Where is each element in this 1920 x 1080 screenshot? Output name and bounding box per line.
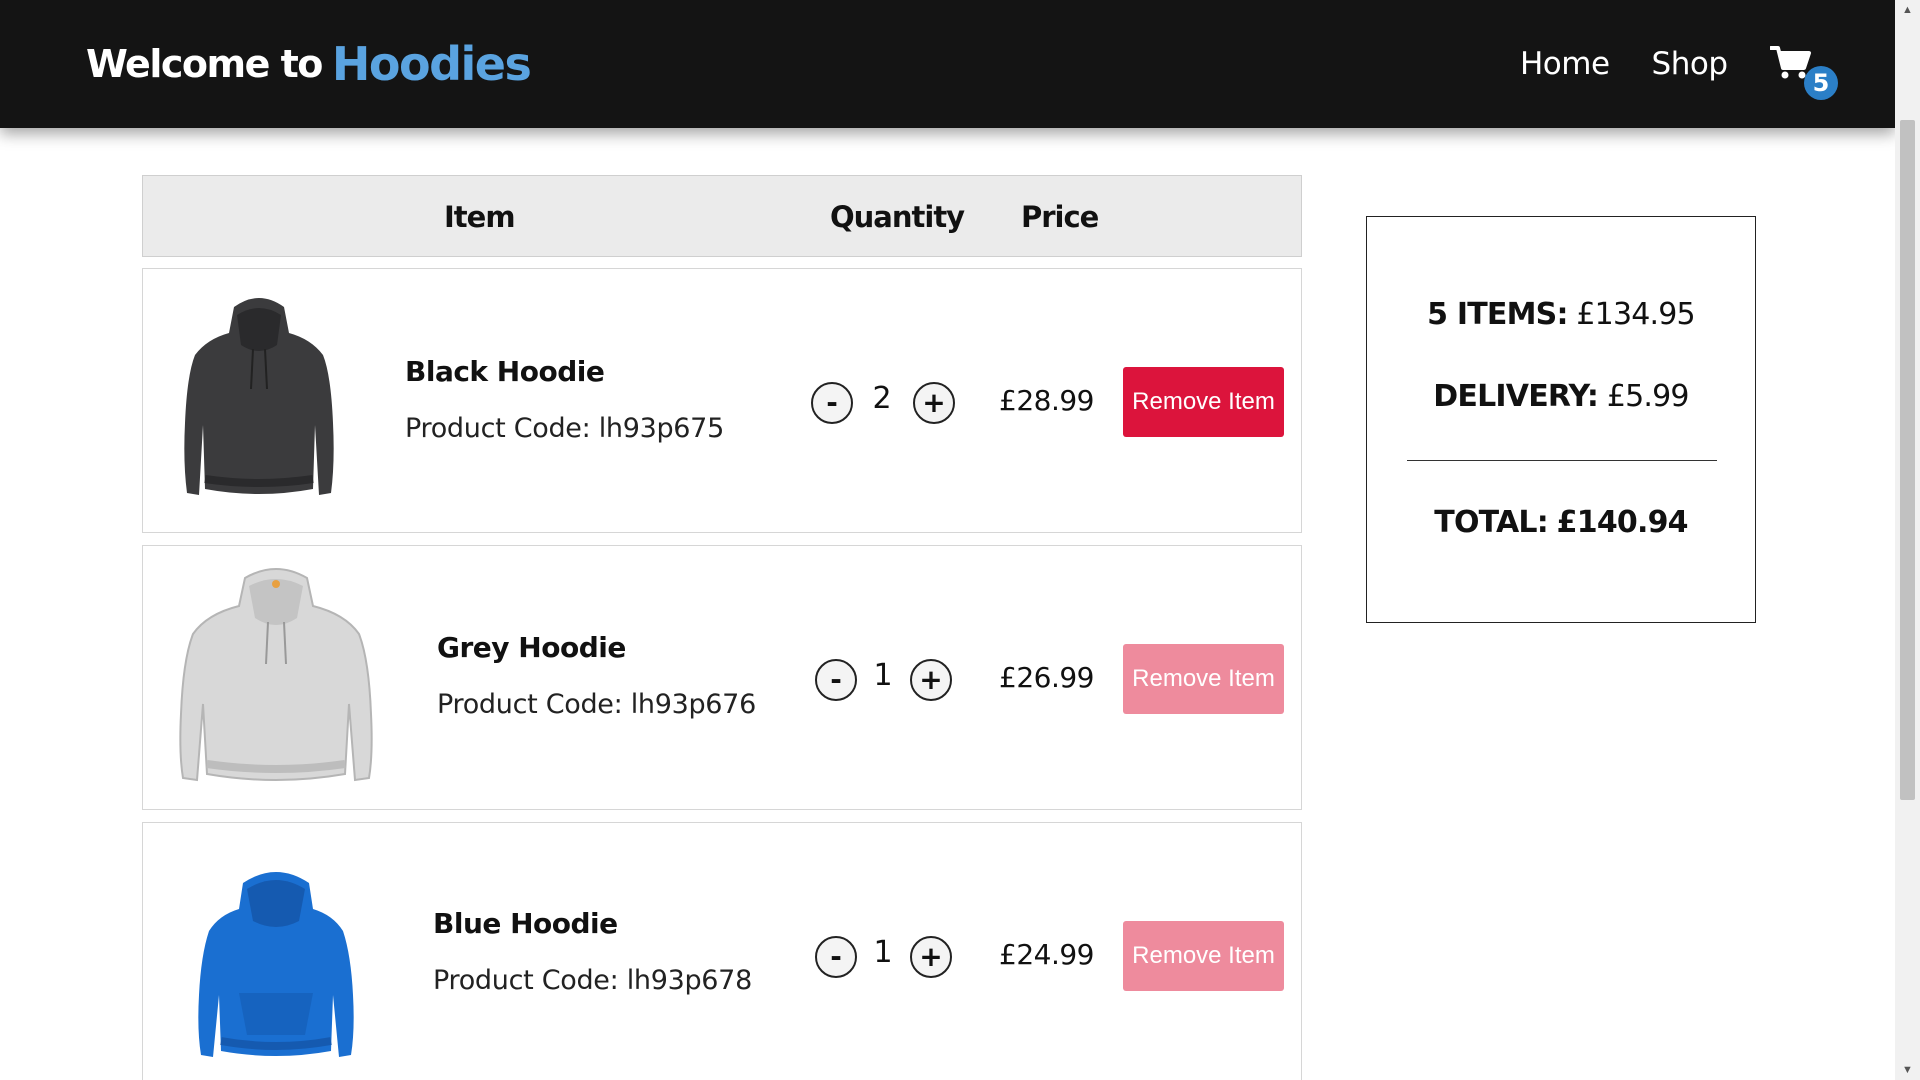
grey-hoodie-image: [179, 568, 373, 782]
summary-items: 5 ITEMS: £134.95: [1367, 297, 1755, 332]
summary-items-label: 5 ITEMS:: [1427, 297, 1568, 332]
item-price: £24.99: [999, 938, 1094, 971]
remove-item-button[interactable]: Remove Item: [1123, 644, 1284, 714]
item-name: Grey Hoodie: [437, 631, 626, 664]
item-product-code: Product Code: lh93p675: [405, 413, 724, 444]
cart-item-row: Blue Hoodie Product Code: lh93p678 - 1 +…: [142, 822, 1302, 1080]
brand-welcome-text: Welcome to: [86, 42, 323, 86]
navbar: Welcome to Hoodies Home Shop 5: [0, 0, 1895, 128]
scroll-up-arrow-icon[interactable]: ▲: [1895, 0, 1920, 20]
increment-button[interactable]: +: [910, 936, 952, 978]
nav-link-home[interactable]: Home: [1520, 46, 1610, 82]
brand-name-text: Hoodies: [331, 37, 532, 91]
cart-item-row: Black Hoodie Product Code: lh93p675 - 2 …: [142, 268, 1302, 533]
quantity-value: 1: [873, 935, 893, 970]
summary-divider: [1407, 460, 1717, 461]
cart-table-header: Item Quantity Price: [142, 175, 1302, 257]
header-quantity: Quantity: [830, 200, 965, 234]
summary-items-value: £134.95: [1576, 297, 1695, 332]
nav-links: Home Shop: [1520, 0, 1728, 128]
item-name: Blue Hoodie: [433, 907, 618, 940]
item-price: £28.99: [999, 384, 1094, 417]
summary-total-value: £140.94: [1556, 505, 1689, 540]
remove-item-button[interactable]: Remove Item: [1123, 921, 1284, 991]
page-scrollbar[interactable]: ▲ ▼: [1895, 0, 1920, 1080]
decrement-button[interactable]: -: [811, 382, 853, 424]
item-product-code: Product Code: lh93p678: [433, 965, 752, 996]
summary-total-label: TOTAL:: [1434, 505, 1548, 540]
black-hoodie-image: [184, 298, 334, 495]
header-item: Item: [444, 200, 516, 234]
summary-total: TOTAL: £140.94: [1367, 505, 1755, 540]
cart-count-badge: 5: [1804, 66, 1838, 100]
item-product-code: Product Code: lh93p676: [437, 689, 756, 720]
decrement-button[interactable]: -: [815, 936, 857, 978]
scroll-down-arrow-icon[interactable]: ▼: [1895, 1060, 1920, 1080]
brand-logo[interactable]: Welcome to Hoodies: [86, 0, 532, 128]
blue-hoodie-image: [198, 872, 354, 1057]
cart-item-row: Grey Hoodie Product Code: lh93p676 - 1 +…: [142, 545, 1302, 810]
item-price: £26.99: [999, 661, 1094, 694]
item-name: Black Hoodie: [405, 355, 605, 388]
cart-button[interactable]: 5: [1770, 44, 1838, 104]
summary-delivery-value: £5.99: [1606, 379, 1690, 414]
nav-link-shop[interactable]: Shop: [1652, 46, 1728, 82]
order-summary: 5 ITEMS: £134.95 DELIVERY: £5.99 TOTAL: …: [1366, 216, 1756, 623]
header-price: Price: [1021, 200, 1099, 234]
remove-item-button[interactable]: Remove Item: [1123, 367, 1284, 437]
quantity-value: 2: [872, 381, 892, 416]
summary-delivery: DELIVERY: £5.99: [1367, 379, 1755, 414]
summary-delivery-label: DELIVERY:: [1433, 379, 1599, 414]
increment-button[interactable]: +: [910, 659, 952, 701]
increment-button[interactable]: +: [913, 382, 955, 424]
decrement-button[interactable]: -: [815, 659, 857, 701]
scrollbar-thumb[interactable]: [1900, 120, 1915, 800]
quantity-value: 1: [873, 658, 893, 693]
